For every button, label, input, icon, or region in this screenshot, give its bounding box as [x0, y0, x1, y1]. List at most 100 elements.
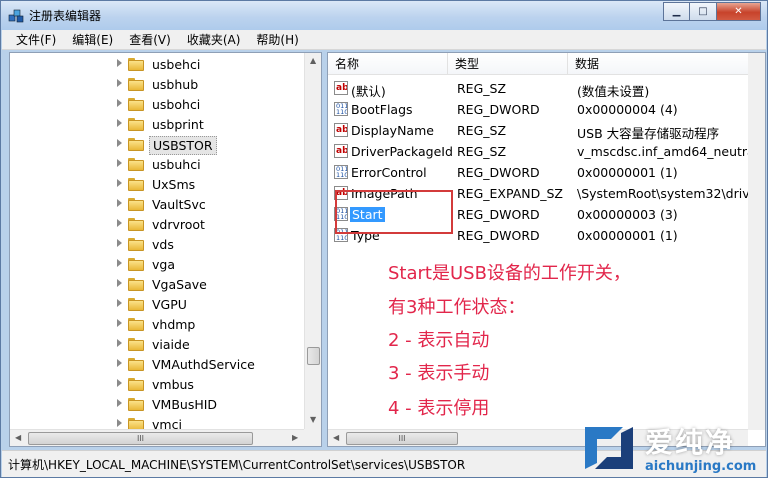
value-type: REG_EXPAND_SZ [457, 186, 563, 201]
watermark-brand: 爱纯净 [645, 426, 736, 459]
close-icon: ✕ [734, 6, 743, 17]
tree-item-label: vmbus [152, 377, 194, 392]
value-data: 0x00000001 (1) [577, 228, 678, 243]
value-list[interactable]: 名称 类型 数据 ab (默认) REG_SZ (数值未设置) 011 110 BootFl… [327, 52, 766, 447]
value-name: (默认) [351, 84, 386, 99]
value-name: DisplayName [351, 123, 434, 138]
expand-arrow-icon[interactable] [117, 399, 122, 407]
expand-arrow-icon[interactable] [117, 219, 122, 227]
menu-favorites[interactable]: 收藏夹(A) [179, 31, 249, 48]
tree-vertical-scrollbar[interactable]: ▲ ▼ [304, 53, 321, 430]
folder-icon [128, 78, 144, 91]
annotation-line-3: 2 - 表示自动 [388, 330, 490, 351]
folder-icon [128, 138, 144, 151]
column-header-type[interactable]: 类型 [448, 53, 568, 75]
tree-hscroll-thumb[interactable]: III [28, 432, 253, 445]
annotation-line-5: 4 - 表示停用 [388, 398, 490, 419]
scroll-down-icon[interactable]: ▼ [310, 415, 316, 424]
folder-icon [128, 58, 144, 71]
string-value-icon: ab [334, 144, 348, 158]
scroll-left-icon[interactable]: ◀ [15, 433, 21, 442]
value-row[interactable]: 011 110 BootFlags REG_DWORD 0x00000004 (4) [328, 99, 765, 120]
expand-arrow-icon[interactable] [117, 139, 122, 147]
tree-item-label: vds [152, 237, 174, 252]
value-type: REG_DWORD [457, 228, 540, 243]
expand-arrow-icon[interactable] [117, 299, 122, 307]
expand-arrow-icon[interactable] [117, 199, 122, 207]
folder-icon [128, 218, 144, 231]
expand-arrow-icon[interactable] [117, 259, 122, 267]
expand-arrow-icon[interactable] [117, 79, 122, 87]
value-name: DriverPackageId [351, 144, 453, 159]
tree-item-label: UxSms [152, 177, 196, 192]
title-bar[interactable]: 注册表编辑器 ▁ □ ✕ [1, 1, 767, 30]
maximize-button[interactable]: □ [690, 2, 717, 21]
column-header-data[interactable]: 数据 [568, 53, 765, 75]
scroll-right-icon[interactable]: ▶ [292, 433, 298, 442]
values-hscroll-thumb[interactable]: III [346, 432, 458, 445]
menu-help[interactable]: 帮助(H) [248, 31, 306, 48]
tree-item-label: usbehci [152, 57, 201, 72]
string-value-icon: ab [334, 123, 348, 137]
folder-icon [128, 178, 144, 191]
value-row[interactable]: ab DriverPackageId REG_SZ v_mscdsc.inf_amd6… [328, 141, 765, 162]
tree-item-label: VgaSave [152, 277, 207, 292]
expand-arrow-icon[interactable] [117, 379, 122, 387]
regedit-app-icon [8, 9, 24, 23]
value-type: REG_DWORD [457, 102, 540, 117]
close-button[interactable]: ✕ [717, 2, 761, 21]
expand-arrow-icon[interactable] [117, 359, 122, 367]
expand-arrow-icon[interactable] [117, 119, 122, 127]
watermark: 爱纯净 aichunjing.com [579, 421, 768, 478]
window-title: 注册表编辑器 [29, 9, 102, 23]
tree-item-label: vhdmp [152, 317, 196, 332]
minimize-button[interactable]: ▁ [663, 2, 690, 21]
value-type: REG_DWORD [457, 165, 540, 180]
menu-edit[interactable]: 编辑(E) [64, 31, 121, 48]
expand-arrow-icon[interactable] [117, 159, 122, 167]
value-name: ErrorControl [351, 165, 427, 180]
value-row[interactable]: 011 110 ErrorControl REG_DWORD 0x00000001 (1… [328, 162, 765, 183]
expand-arrow-icon[interactable] [117, 319, 122, 327]
menu-file[interactable]: 文件(F) [8, 31, 64, 48]
minimize-icon: ▁ [672, 6, 681, 17]
value-data: 0x00000001 (1) [577, 165, 678, 180]
expand-arrow-icon[interactable] [117, 179, 122, 187]
value-type: REG_SZ [457, 123, 507, 138]
expand-arrow-icon[interactable] [117, 239, 122, 247]
value-type: REG_DWORD [457, 207, 540, 222]
binary-value-icon: 011 110 [334, 165, 348, 179]
value-name: BootFlags [351, 102, 413, 117]
expand-arrow-icon[interactable] [117, 99, 122, 107]
expand-arrow-icon[interactable] [117, 59, 122, 67]
tree-item-label: USBSTOR [149, 136, 217, 155]
values-vertical-scrollbar[interactable] [748, 53, 765, 430]
scroll-up-icon[interactable]: ▲ [310, 56, 316, 65]
expand-arrow-icon[interactable] [117, 419, 122, 427]
regedit-window: 注册表编辑器 ▁ □ ✕ 文件(F) 编辑(E) 查看(V) 收藏夹(A) 帮助… [0, 0, 768, 478]
folder-icon [128, 158, 144, 171]
tree-horizontal-scrollbar[interactable]: ◀ III ▶ [10, 429, 305, 446]
window-controls: ▁ □ ✕ [663, 2, 761, 21]
value-type: REG_SZ [457, 144, 507, 159]
expand-arrow-icon[interactable] [117, 279, 122, 287]
tree-item-label: VMAuthdService [152, 357, 255, 372]
watermark-url: aichunjing.com [645, 459, 757, 474]
tree-scroll-thumb[interactable] [307, 347, 320, 365]
value-row[interactable]: ab DisplayName REG_SZ USB 大容量存储驱动程序 [328, 120, 765, 141]
tree-item-label: vga [152, 257, 175, 272]
value-row[interactable]: ab (默认) REG_SZ (数值未设置) [328, 78, 765, 99]
key-tree[interactable]: usbehci usbhub usbohci usbprint USBSTOR usbuh… [9, 52, 322, 447]
annotation-line-4: 3 - 表示手动 [388, 363, 490, 384]
folder-icon [128, 118, 144, 131]
folder-icon [128, 378, 144, 391]
expand-arrow-icon[interactable] [117, 339, 122, 347]
column-header-name[interactable]: 名称 [328, 53, 448, 75]
menu-view[interactable]: 查看(V) [121, 31, 179, 48]
value-data: v_mscdsc.inf_amd64_neutral_8b [577, 144, 766, 159]
folder-icon [128, 278, 144, 291]
tree-item-label: usbuhci [152, 157, 201, 172]
tree-item-label: vdrvroot [152, 217, 205, 232]
value-data: USB 大容量存储驱动程序 [577, 126, 720, 141]
scroll-left-icon[interactable]: ◀ [333, 433, 339, 442]
